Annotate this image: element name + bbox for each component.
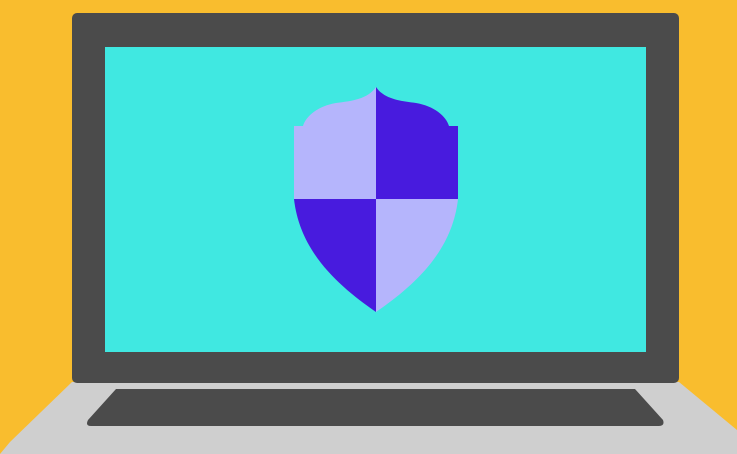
illustration-scene <box>0 0 737 454</box>
laptop-illustration <box>0 13 737 454</box>
laptop-keyboard-area <box>87 389 664 426</box>
